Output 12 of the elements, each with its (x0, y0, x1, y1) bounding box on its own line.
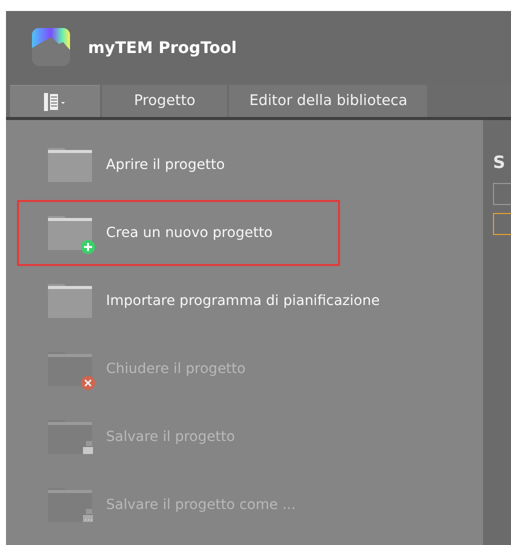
table-header (493, 183, 511, 205)
app-logo-icon (32, 28, 70, 66)
section-heading: S (493, 153, 506, 175)
menu-item[interactable]: Aprire il progetto (17, 132, 340, 198)
menu-item[interactable]: Importare programma di pianificazione (17, 268, 390, 334)
menu-item[interactable]: Crea un nuovo progetto (17, 200, 340, 266)
tab[interactable]: Editor della biblioteca (229, 85, 428, 117)
window-title: myTEM ProgTool (88, 38, 237, 56)
list-icon (44, 92, 66, 110)
menu-tab[interactable] (10, 85, 100, 117)
table-row[interactable] (493, 213, 511, 235)
tab[interactable]: Progetto (102, 85, 228, 117)
